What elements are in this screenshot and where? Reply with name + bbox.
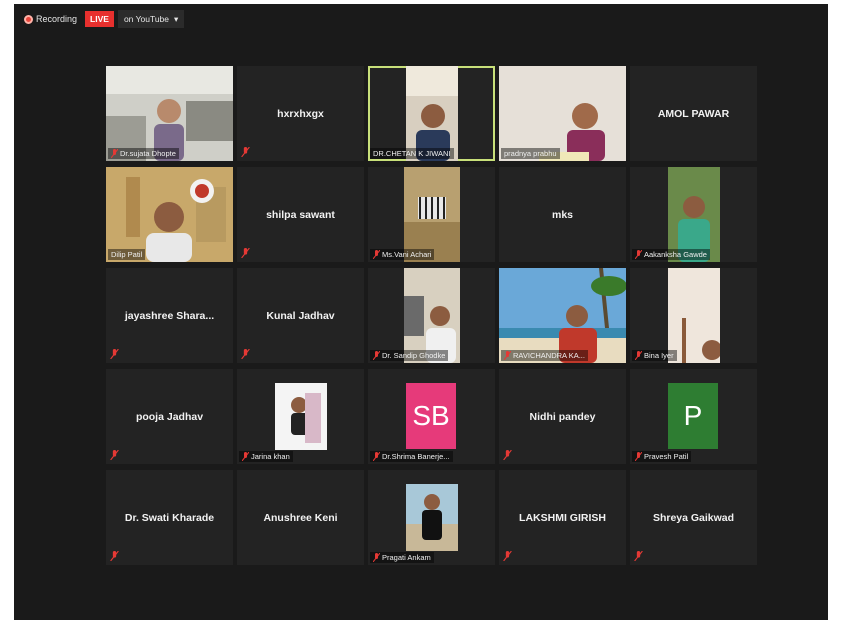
- participant-video: [404, 268, 460, 363]
- gallery-grid: Dr.sujata Dhopte hxrxhxgx DR.CHETAN K JI…: [106, 66, 757, 565]
- participant-name-caption: RAVICHANDRA KA...: [501, 350, 588, 361]
- avatar-initials: P: [668, 383, 718, 449]
- participant-tile[interactable]: Bina Iyer: [630, 268, 757, 363]
- mic-muted-icon: [503, 551, 512, 561]
- participant-name-caption: Jarina khan: [239, 451, 293, 462]
- caret-down-icon: ▾: [174, 14, 179, 24]
- mic-muted-icon: [110, 349, 119, 359]
- participant-tile[interactable]: Dr.sujata Dhopte: [106, 66, 233, 161]
- participant-tile[interactable]: P Pravesh Patil: [630, 369, 757, 464]
- participant-name: Anushree Keni: [263, 512, 338, 524]
- mic-muted-icon: [110, 450, 119, 460]
- participant-tile[interactable]: RAVICHANDRA KA...: [499, 268, 626, 363]
- participant-name-caption: Dr. Sandip Ghodke: [370, 350, 449, 361]
- participant-name-caption: Bina Iyer: [632, 350, 677, 361]
- participant-tile[interactable]: Ms.Vani Achari: [368, 167, 495, 262]
- participant-tile[interactable]: Nidhi pandey: [499, 369, 626, 464]
- mic-muted-icon: [373, 351, 380, 360]
- participant-name-caption: pradnya prabhu: [501, 148, 560, 159]
- mic-muted-icon: [634, 551, 643, 561]
- participant-tile[interactable]: hxrxhxgx: [237, 66, 364, 161]
- participant-tile[interactable]: pooja Jadhav: [106, 369, 233, 464]
- participant-tile[interactable]: Dilip Patil: [106, 167, 233, 262]
- participant-video: [106, 66, 233, 161]
- participant-tile[interactable]: Shreya Gaikwad: [630, 470, 757, 565]
- participant-video: [668, 268, 720, 363]
- participant-name-caption: Pravesh Patil: [632, 451, 692, 462]
- participant-name: jayashree Shara...: [124, 310, 215, 322]
- mic-muted-icon: [635, 452, 642, 461]
- participant-video: [404, 167, 460, 262]
- participant-name-caption: Dr.Shrima Banerje...: [370, 451, 453, 462]
- participant-video: [406, 66, 458, 161]
- participant-name: Nidhi pandey: [529, 411, 596, 423]
- participant-tile[interactable]: Kunal Jadhav: [237, 268, 364, 363]
- participant-name: Dr. Swati Kharade: [124, 512, 215, 524]
- participant-tile[interactable]: mks: [499, 167, 626, 262]
- participant-video: [106, 167, 233, 262]
- participant-tile[interactable]: SB Dr.Shrima Banerje...: [368, 369, 495, 464]
- mic-muted-icon: [110, 551, 119, 561]
- mic-muted-icon: [373, 250, 380, 259]
- participant-tile-active-speaker[interactable]: DR.CHETAN K JIWANI: [368, 66, 495, 161]
- mic-muted-icon: [373, 553, 380, 562]
- mic-muted-icon: [504, 351, 511, 360]
- live-stream-menu[interactable]: on YouTube ▾: [117, 10, 185, 28]
- participant-tile[interactable]: Dr. Swati Kharade: [106, 470, 233, 565]
- participant-tile[interactable]: LAKSHMI GIRISH: [499, 470, 626, 565]
- mic-muted-icon: [503, 450, 512, 460]
- participant-name-caption: Dr.sujata Dhopte: [108, 148, 179, 159]
- participant-name-caption: Aakanksha Gawde: [632, 249, 710, 260]
- participant-tile[interactable]: Aakanksha Gawde: [630, 167, 757, 262]
- participant-name-caption: DR.CHETAN K JIWANI: [370, 148, 454, 159]
- mic-muted-icon: [111, 149, 118, 158]
- recording-icon: [24, 14, 33, 24]
- participant-tile[interactable]: Anushree Keni: [237, 470, 364, 565]
- mic-muted-icon: [242, 452, 249, 461]
- participant-name: LAKSHMI GIRISH: [519, 512, 606, 524]
- mic-muted-icon: [635, 250, 642, 259]
- participant-video: [499, 66, 626, 161]
- participant-tile[interactable]: pradnya prabhu: [499, 66, 626, 161]
- participant-name: AMOL PAWAR: [657, 108, 730, 120]
- participant-name: mks: [551, 209, 573, 221]
- participant-name-caption: Pragati Ankam: [370, 552, 434, 563]
- participant-tile[interactable]: Dr. Sandip Ghodke: [368, 268, 495, 363]
- participant-tile[interactable]: shilpa sawant: [237, 167, 364, 262]
- participant-name: Shreya Gaikwad: [652, 512, 735, 524]
- mic-muted-icon: [635, 351, 642, 360]
- participant-name: Kunal Jadhav: [266, 310, 335, 322]
- mic-muted-icon: [373, 452, 380, 461]
- participant-tile[interactable]: Jarina khan: [237, 369, 364, 464]
- mic-muted-icon: [241, 349, 250, 359]
- participant-name: pooja Jadhav: [135, 411, 204, 423]
- stream-label: on YouTube: [123, 14, 170, 24]
- mic-muted-icon: [241, 248, 250, 258]
- mic-muted-icon: [241, 147, 250, 157]
- participant-name-caption: Dilip Patil: [108, 249, 146, 260]
- avatar-initials: SB: [406, 383, 456, 449]
- meeting-topbar: Recording LIVE on YouTube ▾: [20, 10, 185, 28]
- live-badge: LIVE: [85, 11, 114, 27]
- recording-label: Recording: [36, 14, 78, 24]
- participant-tile[interactable]: jayashree Shara...: [106, 268, 233, 363]
- participant-tile[interactable]: Pragati Ankam: [368, 470, 495, 565]
- participant-name-caption: Ms.Vani Achari: [370, 249, 435, 260]
- participant-video: [499, 268, 626, 363]
- participant-video: [668, 167, 720, 262]
- participant-name: shilpa sawant: [266, 209, 335, 221]
- recording-indicator[interactable]: Recording: [20, 10, 81, 28]
- participant-name: hxrxhxgx: [277, 108, 324, 120]
- participant-tile[interactable]: AMOL PAWAR: [630, 66, 757, 161]
- meeting-window: Recording LIVE on YouTube ▾ Dr.sujata Dh…: [14, 4, 828, 620]
